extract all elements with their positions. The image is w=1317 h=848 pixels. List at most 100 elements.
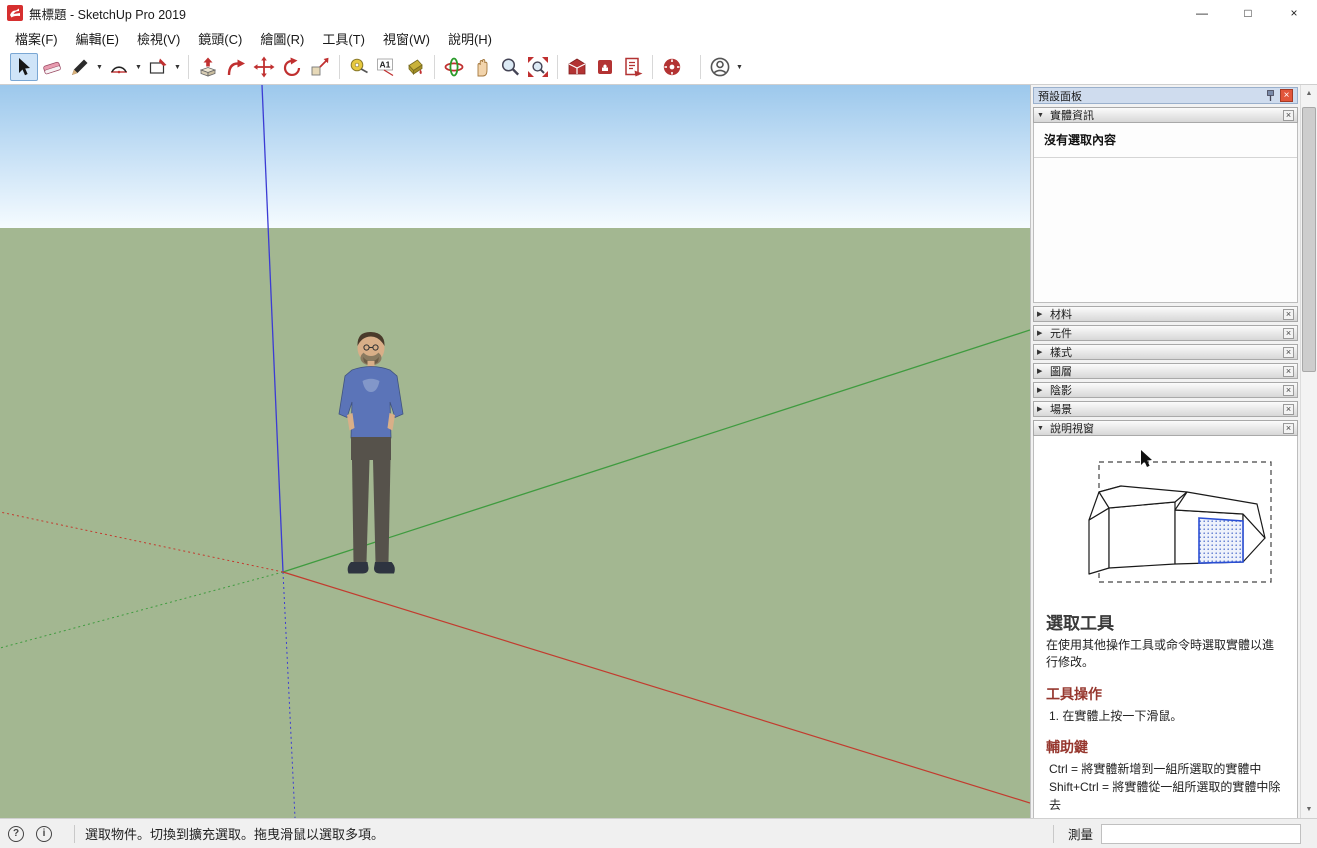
status-message: 選取物件。切換到擴充選取。拖曳滑鼠以選取多項。 — [85, 824, 1043, 843]
menu-view[interactable]: 檢視(V) — [128, 27, 189, 50]
menu-file[interactable]: 檔案(F) — [6, 27, 67, 50]
instructor-modifier-item: Ctrl = 將實體新增到一組所選取的實體中 — [1046, 760, 1285, 778]
scale-tool-button[interactable] — [306, 53, 334, 81]
default-tray-panel: 預設面板 × ▼ 實體資訊 × 沒有選取內容 ▶ 材料 × ▶ 元件 × ▶ 樣… — [1030, 85, 1300, 818]
section-close-icon[interactable]: × — [1283, 110, 1294, 121]
section-close-icon[interactable]: × — [1283, 366, 1294, 377]
section-shadows[interactable]: ▶ 陰影 × — [1033, 382, 1298, 398]
instructor-operations-heading: 工具操作 — [1046, 684, 1285, 704]
section-close-icon[interactable]: × — [1283, 423, 1294, 434]
extension-manager-button[interactable] — [658, 53, 686, 81]
expander-icon: ▶ — [1037, 405, 1050, 413]
zoom-extents-tool-button[interactable] — [524, 53, 552, 81]
sign-in-dropdown[interactable]: ▼ — [734, 53, 745, 81]
section-scenes[interactable]: ▶ 場景 × — [1033, 401, 1298, 417]
menu-camera[interactable]: 鏡頭(C) — [189, 27, 251, 50]
send-to-layout-button[interactable] — [619, 53, 647, 81]
extension-warehouse-button[interactable] — [591, 53, 619, 81]
text-tool-button[interactable]: A1 — [373, 53, 401, 81]
toolbar: ▼ ▼ ▼ — [0, 50, 1317, 85]
geolocation-icon[interactable]: ? — [8, 826, 24, 842]
instructor-modifiers-heading: 輔助鍵 — [1046, 737, 1285, 757]
toolbar-separator — [188, 55, 189, 79]
tape-measure-icon — [348, 56, 370, 78]
paint-bucket-tool-button[interactable] — [401, 53, 429, 81]
arc-icon — [108, 56, 130, 78]
menu-window[interactable]: 視窗(W) — [374, 27, 439, 50]
section-close-icon[interactable]: × — [1283, 385, 1294, 396]
text-tool-icon: A1 — [376, 56, 398, 78]
section-close-icon[interactable]: × — [1283, 347, 1294, 358]
sign-in-button[interactable] — [706, 53, 734, 81]
scroll-down-arrow[interactable]: ▼ — [1301, 801, 1317, 818]
statusbar: ? i 選取物件。切換到擴充選取。拖曳滑鼠以選取多項。 測量 — [0, 818, 1317, 848]
pin-icon[interactable] — [1264, 89, 1277, 102]
pan-tool-button[interactable] — [468, 53, 496, 81]
scrollbar-thumb[interactable] — [1302, 107, 1316, 372]
measurements-input[interactable] — [1101, 824, 1301, 844]
section-materials[interactable]: ▶ 材料 × — [1033, 306, 1298, 322]
instructor-modifier-item: Shift+Ctrl = 將實體從一組所選取的實體中除去 — [1046, 778, 1285, 814]
menu-help[interactable]: 說明(H) — [439, 27, 501, 50]
section-instructor[interactable]: ▼ 說明視窗 × — [1033, 420, 1298, 436]
section-label: 圖層 — [1050, 363, 1283, 379]
section-components[interactable]: ▶ 元件 × — [1033, 325, 1298, 341]
window-title: 無標題 - SketchUp Pro 2019 — [29, 4, 1179, 23]
3d-warehouse-icon — [566, 56, 588, 78]
line-tool-dropdown[interactable]: ▼ — [94, 53, 105, 81]
shapes-tool-dropdown[interactable]: ▼ — [172, 53, 183, 81]
expander-icon: ▶ — [1037, 348, 1050, 356]
expander-icon: ▼ — [1037, 425, 1050, 432]
zoom-tool-button[interactable] — [496, 53, 524, 81]
toolbar-separator — [700, 55, 701, 79]
expander-icon: ▶ — [1037, 329, 1050, 337]
push-pull-tool-button[interactable] — [194, 53, 222, 81]
menu-tools[interactable]: 工具(T) — [313, 27, 374, 50]
section-layers[interactable]: ▶ 圖層 × — [1033, 363, 1298, 379]
3d-warehouse-button[interactable] — [563, 53, 591, 81]
section-close-icon[interactable]: × — [1283, 404, 1294, 415]
panel-scrollbar[interactable]: ▲ ▼ — [1300, 85, 1317, 818]
follow-me-icon — [225, 56, 247, 78]
instructor-body: 選取工具 在使用其他操作工具或命令時選取實體以進行修改。 工具操作 1. 在實體… — [1033, 436, 1298, 819]
eraser-tool-button[interactable] — [38, 53, 66, 81]
credits-info-icon[interactable]: i — [36, 826, 52, 842]
expander-icon: ▼ — [1037, 112, 1050, 119]
statusbar-divider — [74, 825, 75, 843]
minimize-button[interactable]: — — [1179, 0, 1225, 26]
panel-close-button[interactable]: × — [1280, 89, 1293, 102]
tape-measure-tool-button[interactable] — [345, 53, 373, 81]
layout-document-icon — [622, 56, 644, 78]
menu-edit[interactable]: 編輯(E) — [67, 27, 128, 50]
section-label: 材料 — [1050, 306, 1283, 322]
rotate-tool-button[interactable] — [278, 53, 306, 81]
move-tool-button[interactable] — [250, 53, 278, 81]
rotate-icon — [281, 56, 303, 78]
measurements-label: 測量 — [1068, 824, 1093, 843]
menu-draw[interactable]: 繪圖(R) — [251, 27, 313, 50]
close-button[interactable]: × — [1271, 0, 1317, 26]
section-label: 實體資訊 — [1050, 107, 1283, 123]
line-tool-button[interactable] — [66, 53, 94, 81]
extension-manager-badge-icon — [661, 56, 683, 78]
follow-me-tool-button[interactable] — [222, 53, 250, 81]
section-entity-info[interactable]: ▼ 實體資訊 × — [1033, 107, 1298, 123]
section-styles[interactable]: ▶ 樣式 × — [1033, 344, 1298, 360]
section-label: 元件 — [1050, 325, 1283, 341]
scroll-up-arrow[interactable]: ▲ — [1301, 85, 1317, 102]
select-tool-button[interactable] — [10, 53, 38, 81]
section-close-icon[interactable]: × — [1283, 309, 1294, 320]
statusbar-divider — [1053, 825, 1054, 843]
section-close-icon[interactable]: × — [1283, 328, 1294, 339]
shapes-tool-button[interactable] — [144, 53, 172, 81]
arc-tool-button[interactable] — [105, 53, 133, 81]
orbit-tool-button[interactable] — [440, 53, 468, 81]
instructor-operation-item: 1. 在實體上按一下滑鼠。 — [1046, 707, 1285, 725]
panel-titlebar[interactable]: 預設面板 × — [1033, 87, 1298, 104]
modeling-viewport[interactable] — [0, 85, 1030, 818]
arc-tool-dropdown[interactable]: ▼ — [133, 53, 144, 81]
maximize-button[interactable]: □ — [1225, 0, 1271, 26]
extension-warehouse-icon — [594, 56, 616, 78]
zoom-magnifier-icon — [499, 56, 521, 78]
scale-figure[interactable] — [339, 332, 403, 574]
